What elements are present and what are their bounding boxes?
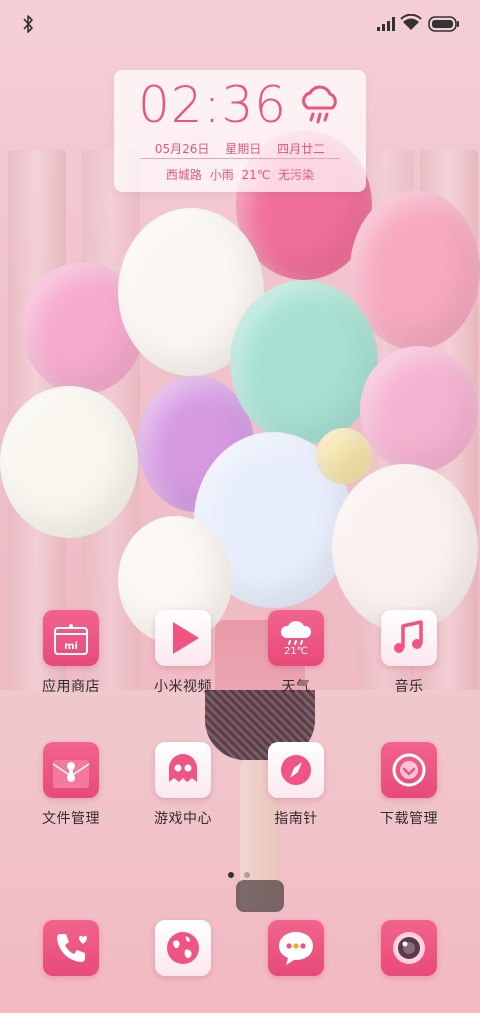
messages-icon	[268, 920, 324, 976]
app-label: 小米视频	[154, 679, 212, 695]
air-quality: 无污染	[278, 168, 315, 182]
temperature: 21℃	[241, 168, 271, 182]
svg-text:mi: mi	[64, 641, 78, 652]
lunar-date: 四月廿二	[277, 142, 326, 156]
page-dot	[244, 872, 250, 878]
mi-store-icon: mi	[43, 610, 99, 666]
clock-time: 02:36	[138, 76, 288, 134]
clock-weather-widget[interactable]: 02:36 05月26日 星期日 四月廿二 西城路 小雨 21℃ 无污染	[114, 70, 366, 192]
app-label: 文件管理	[42, 811, 100, 827]
date-row: 05月26日 星期日 四月廿二	[114, 140, 366, 157]
app-mi-store[interactable]: mi 应用商店	[21, 610, 121, 696]
weather-badge: 21℃	[284, 646, 308, 657]
dock-browser[interactable]	[133, 920, 233, 976]
camera-icon	[381, 920, 437, 976]
balloon	[316, 428, 372, 484]
dock-camera[interactable]	[359, 920, 459, 976]
balloon	[230, 280, 378, 444]
app-mi-video[interactable]: 小米视频	[133, 610, 233, 696]
compass-icon	[268, 742, 324, 798]
app-downloads[interactable]: 下载管理	[359, 742, 459, 828]
play-icon	[155, 610, 211, 666]
app-label: 音乐	[394, 679, 424, 695]
balloon	[0, 386, 138, 538]
date: 05月26日	[154, 142, 210, 156]
girl-shoes	[236, 880, 284, 912]
page-indicator	[226, 872, 256, 880]
phone-icon	[43, 920, 99, 976]
browser-globe-icon	[155, 920, 211, 976]
weather-info-row: 西城路 小雨 21℃ 无污染	[114, 166, 366, 183]
bluetooth-icon	[23, 15, 33, 33]
app-label: 应用商店	[42, 679, 100, 695]
weather-icon: 21℃	[268, 610, 324, 666]
app-label: 下载管理	[380, 811, 438, 827]
music-note-icon	[381, 610, 437, 666]
app-label: 游戏中心	[154, 811, 212, 827]
battery-icon	[428, 16, 459, 32]
location: 西城路	[165, 168, 202, 182]
app-file-manager[interactable]: 文件管理	[21, 742, 121, 828]
app-label: 天气	[281, 679, 311, 695]
divider	[140, 158, 340, 159]
page-dot-active	[228, 872, 234, 878]
ghost-icon	[155, 742, 211, 798]
signal-icon	[377, 17, 395, 31]
cloud-rain-icon	[302, 85, 337, 124]
dock-phone[interactable]	[21, 920, 121, 976]
wifi-icon	[400, 14, 422, 30]
app-compass[interactable]: 指南针	[246, 742, 346, 828]
balloon	[332, 464, 478, 632]
download-icon	[381, 742, 437, 798]
status-bar	[0, 0, 480, 50]
weather-condition: 小雨	[209, 168, 234, 182]
weekday: 星期日	[225, 142, 262, 156]
balloon	[360, 346, 478, 472]
file-manager-icon	[43, 742, 99, 798]
app-music[interactable]: 音乐	[359, 610, 459, 696]
dock-messages[interactable]	[246, 920, 346, 976]
app-label: 指南针	[274, 811, 318, 827]
app-weather[interactable]: 21℃ 天气	[246, 610, 346, 696]
app-game-center[interactable]: 游戏中心	[133, 742, 233, 828]
